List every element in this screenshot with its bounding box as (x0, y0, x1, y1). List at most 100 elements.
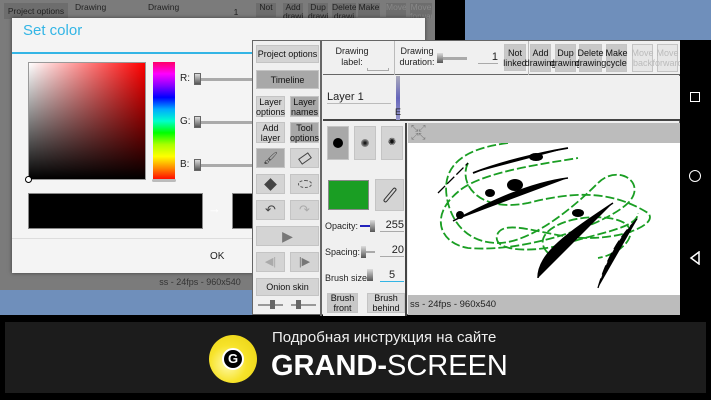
lasso-tool-button[interactable] (290, 174, 319, 194)
bg-project-options: Project options (4, 3, 68, 19)
brush-tip-textured[interactable]: ✺ (381, 126, 403, 160)
b-label: B: (180, 159, 190, 170)
dialog-title: Set color (23, 22, 83, 39)
next-frame-icon: |▶ (298, 256, 311, 268)
bg-add-drawing: Add drawi (283, 3, 303, 19)
lasso-icon (297, 180, 312, 188)
bg-drawing-duration: Drawing (148, 3, 180, 12)
delete-drawing-button[interactable]: Delete drawing (575, 44, 606, 72)
old-color-preview (28, 193, 203, 229)
eyedropper-icon (382, 186, 397, 204)
logo-letter: G (222, 348, 244, 370)
g-slider-thumb[interactable] (194, 116, 201, 128)
sidebar-divider (320, 41, 322, 316)
eyedropper-button[interactable] (375, 179, 404, 211)
fullscreen-icon[interactable]: ⤡⤢ ⤢⤡ (411, 124, 425, 141)
fill-tool-button[interactable] (256, 174, 285, 194)
arrow-icon: → (208, 201, 221, 216)
not-linked-button[interactable]: Not linked (503, 44, 527, 71)
android-nav-bar (680, 40, 711, 315)
duration-input[interactable]: 1 (478, 51, 498, 64)
brush-front-button[interactable]: Brush front (327, 293, 358, 313)
brush-color-swatch[interactable] (328, 180, 369, 210)
layer-names-button[interactable]: Layer names (290, 96, 319, 117)
bg-status: ss - 24fps - 960x540 (159, 277, 241, 287)
sv-cursor[interactable] (25, 176, 32, 183)
brush-size-slider[interactable] (367, 269, 373, 281)
brush-size-input[interactable]: 5 (380, 269, 404, 282)
canvas-top-bar: ⤡⤢ ⤢⤡ (408, 123, 680, 143)
bg-move-forward: Move forward (410, 3, 432, 19)
add-layer-button[interactable]: Add layer (256, 122, 285, 143)
play-icon: ▶ (282, 228, 293, 244)
redo-icon: ↷ (299, 202, 310, 217)
r-label: R: (180, 73, 190, 84)
hue-bar[interactable] (153, 62, 175, 180)
bg-drawing-label: Drawing (75, 3, 107, 12)
layer-name[interactable]: Layer 1 (327, 91, 391, 104)
opacity-slider[interactable] (360, 220, 375, 232)
onion-before-slider[interactable] (258, 300, 283, 309)
drawing-duration-label: Drawing duration: (399, 46, 435, 67)
b-slider-thumb[interactable] (194, 159, 201, 171)
next-frame-button[interactable]: |▶ (290, 252, 319, 272)
bg-delete-drawing: Delete drawi (332, 3, 356, 19)
brush-tip-hard[interactable] (327, 126, 349, 160)
spacing-slider[interactable] (361, 246, 375, 258)
r-slider-thumb[interactable] (194, 73, 201, 85)
g-label: G: (180, 116, 191, 127)
spacing-input[interactable]: 20 (380, 244, 404, 257)
recent-apps-icon[interactable] (690, 92, 700, 102)
bg-dup-drawing: Dup drawi (308, 3, 328, 19)
bg-move-back: Move (386, 3, 406, 17)
soft-dot-icon (361, 139, 369, 147)
ok-button[interactable]: OK (210, 251, 224, 262)
project-options-button[interactable]: Project options (256, 45, 319, 63)
promo-banner: G Подробная инструкция на сайте GRAND-SC… (5, 322, 706, 393)
onion-after-slider[interactable] (291, 300, 316, 309)
brush-size-label: Brush size: (325, 273, 370, 283)
undo-button[interactable]: ↶ (256, 200, 285, 220)
previous-frame-icon: ◀| (264, 256, 277, 268)
bg-not-linked: Not (256, 3, 276, 17)
drawing-canvas[interactable] (408, 143, 680, 295)
brush-tool-button[interactable]: 🖌 (256, 148, 285, 168)
tool-options-panel: ✺ Opacity: 255 Spacing: 20 Brush size: 5… (323, 123, 407, 316)
spacing-label: Spacing: (325, 247, 361, 257)
add-drawing-button[interactable]: Add drawing (525, 44, 556, 72)
move-forward-button[interactable]: Move forward (653, 44, 683, 72)
onion-skin-button[interactable]: Onion skin (256, 278, 319, 296)
home-icon[interactable] (689, 170, 701, 182)
tool-options-button[interactable]: Tool options (290, 122, 319, 143)
hard-dot-icon (333, 138, 343, 148)
drawing-label-label: Drawing label: (335, 46, 369, 67)
timeline-button[interactable]: Timeline (256, 70, 319, 89)
black-strip (435, 0, 465, 40)
drawing-label-input[interactable] (367, 68, 389, 71)
canvas-status-bar: ss - 24fps - 960x540 (408, 295, 680, 315)
saturation-value-picker[interactable] (28, 62, 146, 180)
undo-icon: ↶ (265, 202, 276, 217)
make-cycle-button[interactable]: Make cycle (606, 44, 628, 72)
layer-options-button[interactable]: Layer options (256, 96, 285, 117)
brush-behind-button[interactable]: Brush behind (367, 293, 405, 313)
redo-button[interactable]: ↷ (290, 200, 319, 220)
play-button[interactable]: ▶ (256, 226, 319, 246)
brush-icon: 🖌 (262, 151, 279, 165)
duration-slider[interactable] (437, 53, 467, 63)
brush-tip-soft[interactable] (354, 126, 376, 160)
move-back-button[interactable]: Move back (632, 44, 654, 72)
toolbar: Drawing label: Drawing duration: 1 Not l… (323, 41, 683, 75)
grand-screen-logo: G (209, 335, 257, 383)
animation-app-window: Project options Timeline Layer options L… (252, 40, 683, 316)
hue-cursor[interactable] (152, 179, 176, 182)
bg-make-cycle: Make (358, 3, 380, 17)
dup-drawing-button[interactable]: Dup drawing (550, 44, 581, 72)
back-icon[interactable] (689, 251, 701, 265)
toolbar-divider (394, 41, 395, 75)
eraser-tool-button[interactable] (290, 148, 319, 168)
opacity-input[interactable]: 255 (380, 219, 404, 232)
splatter-icon: ✺ (387, 137, 397, 148)
banner-subtitle: Подробная инструкция на сайте (272, 329, 497, 346)
previous-frame-button[interactable]: ◀| (256, 252, 285, 272)
